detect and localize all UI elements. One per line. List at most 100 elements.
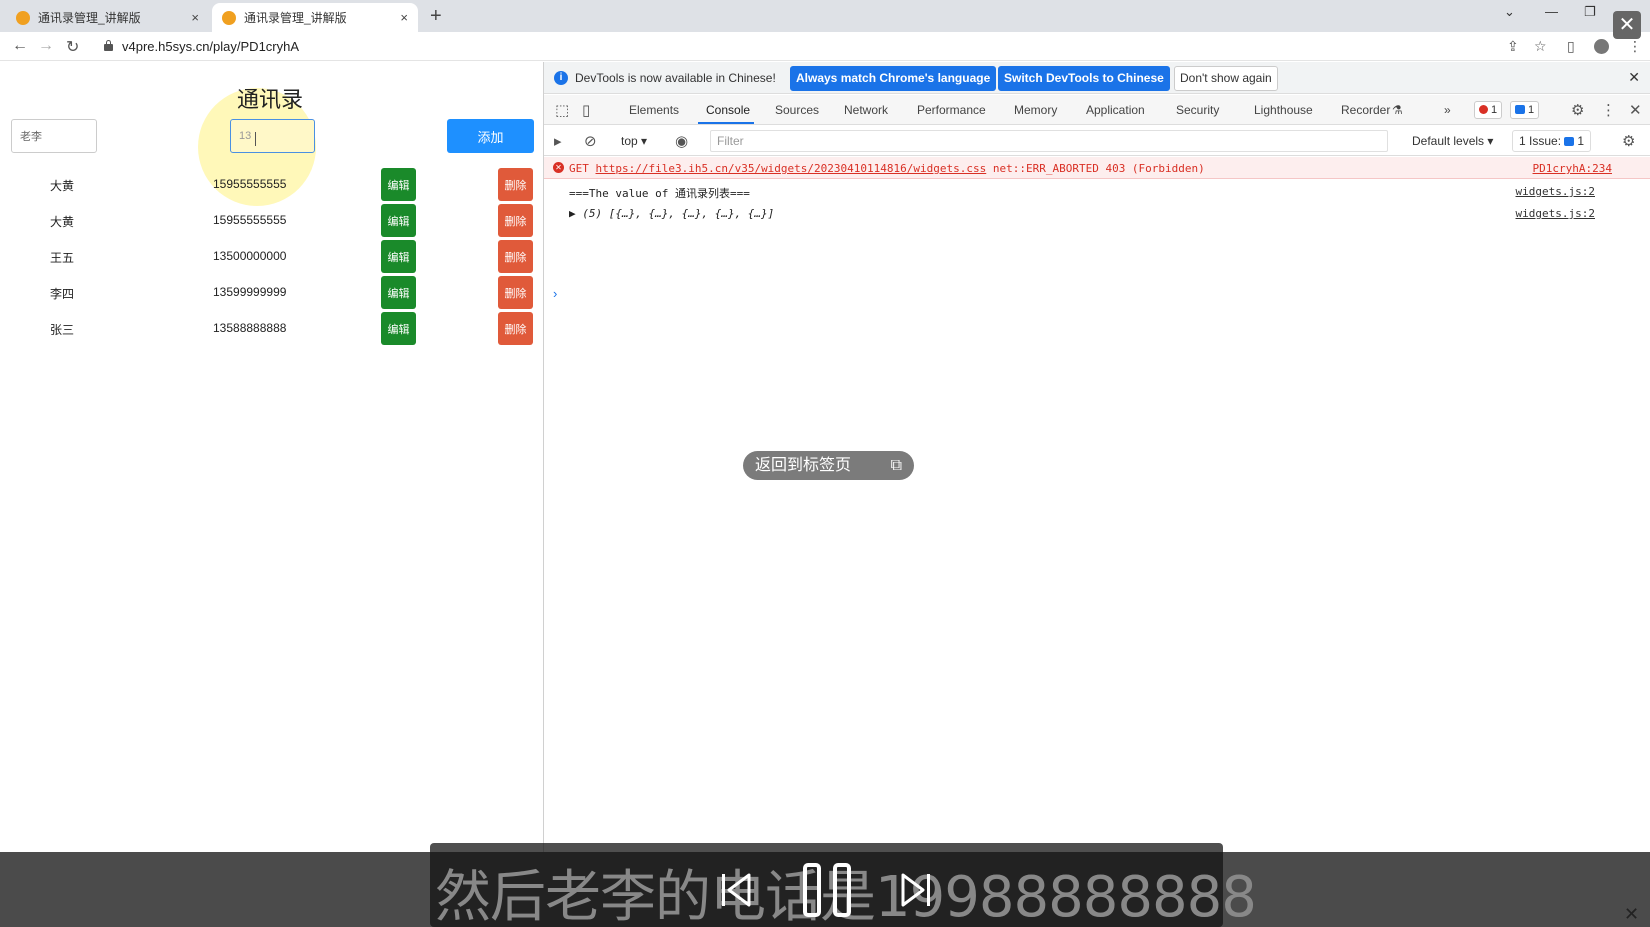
tab-application[interactable]: Application — [1086, 103, 1145, 117]
contact-row: 王五 13500000000 编辑 删除 — [0, 238, 543, 274]
always-match-language-button[interactable]: Always match Chrome's language — [790, 66, 997, 91]
phone-input[interactable] — [230, 119, 315, 153]
side-panel-icon[interactable]: ▯ — [1567, 38, 1575, 55]
tab-lighthouse[interactable]: Lighthouse — [1254, 103, 1313, 117]
tab-console[interactable]: Console — [706, 103, 750, 117]
devtools-menu-icon[interactable]: ⋮ — [1601, 101, 1616, 119]
device-toolbar-icon[interactable]: ▯ — [582, 101, 590, 119]
profile-avatar-icon[interactable] — [1594, 39, 1609, 54]
sidebar-toggle-icon[interactable]: ▸ — [554, 132, 562, 150]
page-title: 通讯录 — [237, 87, 304, 112]
console-error-line: ✕ GET https://file3.ih5.cn/v35/widgets/2… — [544, 157, 1650, 179]
contact-phone: 15955555555 — [213, 213, 287, 227]
error-icon: ✕ — [553, 162, 564, 173]
clear-console-icon[interactable]: ⊘ — [584, 132, 597, 150]
console-toolbar: ▸ ⊘ top ▾ ◉ Filter Default levels ▾ 1 Is… — [544, 126, 1650, 156]
forward-arrow-icon[interactable]: → — [38, 37, 54, 55]
context-selector[interactable]: top ▾ — [621, 134, 647, 148]
error-source-link[interactable]: PD1cryhA:234 — [1533, 162, 1612, 175]
settings-gear-icon[interactable]: ⚙ — [1571, 101, 1584, 119]
console-log-line: ▶ (5) [{…}, {…}, {…}, {…}, {…}] widgets.… — [544, 202, 1650, 224]
delete-button[interactable]: 删除 — [498, 168, 533, 201]
tab-security[interactable]: Security — [1176, 103, 1219, 117]
bookmark-star-icon[interactable]: ☆ — [1534, 38, 1547, 55]
issues-label: 1 Issue: — [1519, 134, 1562, 148]
log-source-link[interactable]: widgets.js:2 — [1516, 207, 1595, 220]
dont-show-again-button[interactable]: Don't show again — [1174, 66, 1278, 91]
tab-title: 通讯录管理_讲解版 — [38, 11, 141, 25]
more-tabs-icon[interactable]: » — [1444, 103, 1451, 117]
tab-search-icon[interactable]: ⌄ — [1504, 4, 1515, 20]
back-to-tab-label: 返回到标签页 — [755, 457, 852, 474]
address-bar: ← → ↻ v4pre.h5sys.cn/play/PD1cryhA ⇪ ☆ ▯… — [0, 32, 1650, 61]
edit-button[interactable]: 编辑 — [381, 168, 416, 201]
devtools-tab-bar: ⬚ ▯ Elements Console Sources Network Per… — [544, 95, 1650, 125]
browser-tab-2[interactable]: 通讯录管理_讲解版 × — [212, 3, 418, 32]
language-infobar: i DevTools is now available in Chinese! … — [544, 62, 1650, 94]
contact-name: 张三 — [50, 323, 75, 337]
delete-button[interactable]: 删除 — [498, 204, 533, 237]
close-player-icon[interactable]: ✕ — [1613, 11, 1641, 39]
edit-button[interactable]: 编辑 — [381, 240, 416, 273]
close-icon[interactable]: ✕ — [1624, 904, 1639, 925]
filter-input[interactable]: Filter — [710, 130, 1388, 152]
error-icon — [1479, 105, 1488, 114]
tab-performance[interactable]: Performance — [917, 103, 986, 117]
array-expander[interactable]: ▶ (5) [{…}, {…}, {…}, {…}, {…}] — [569, 207, 774, 220]
restore-icon[interactable]: ❐ — [1584, 4, 1596, 20]
error-count-badge[interactable]: 1 — [1474, 101, 1503, 119]
back-to-tab-button[interactable]: 返回到标签页 ⧉ — [743, 451, 914, 480]
console-prompt[interactable]: › — [553, 286, 557, 301]
console-log-line: ===The value of 通讯录列表=== widgets.js:2 — [544, 180, 1650, 202]
back-arrow-icon[interactable]: ← — [12, 37, 28, 55]
live-expression-eye-icon[interactable]: ◉ — [675, 132, 688, 150]
menu-kebab-icon[interactable]: ⋮ — [1628, 38, 1642, 55]
tab-sources[interactable]: Sources — [775, 103, 819, 117]
contact-name: 大黄 — [50, 215, 75, 229]
name-input[interactable] — [11, 119, 97, 153]
tab-recorder[interactable]: Recorder — [1341, 103, 1390, 117]
site-favicon-icon — [222, 10, 236, 25]
edit-button[interactable]: 编辑 — [381, 276, 416, 309]
minimize-icon[interactable]: — — [1545, 4, 1558, 19]
external-link-icon: ⧉ — [890, 457, 902, 474]
delete-button[interactable]: 删除 — [498, 240, 533, 273]
delete-button[interactable]: 删除 — [498, 276, 533, 309]
error-count: 1 — [1491, 104, 1498, 116]
contact-phone: 13588888888 — [213, 321, 287, 335]
edit-button[interactable]: 编辑 — [381, 312, 416, 345]
switch-to-chinese-button[interactable]: Switch DevTools to Chinese — [998, 66, 1170, 91]
contact-row: 大黄 15955555555 编辑 删除 — [0, 166, 543, 202]
tab-elements[interactable]: Elements — [629, 103, 679, 117]
log-message: ===The value of 通讯录列表=== — [569, 187, 750, 200]
edit-button[interactable]: 编辑 — [381, 204, 416, 237]
message-count-badge[interactable]: 1 — [1510, 101, 1540, 119]
issues-button[interactable]: 1 Issue: 1 — [1512, 130, 1592, 152]
tab-network[interactable]: Network — [844, 103, 888, 117]
lock-icon[interactable] — [104, 40, 113, 51]
site-favicon-icon — [16, 10, 30, 25]
next-track-icon[interactable] — [900, 872, 932, 908]
tab-close-icon[interactable]: × — [400, 10, 408, 25]
pause-icon[interactable] — [802, 862, 852, 918]
tab-close-icon[interactable]: × — [191, 10, 199, 25]
log-levels-dropdown[interactable]: Default levels ▾ — [1412, 134, 1493, 148]
browser-tab-1[interactable]: 通讯录管理_讲解版 × — [6, 3, 209, 32]
reload-icon[interactable]: ↻ — [66, 37, 79, 57]
new-tab-button[interactable]: + — [430, 5, 442, 28]
share-icon[interactable]: ⇪ — [1507, 38, 1519, 55]
previous-track-icon[interactable] — [720, 872, 752, 908]
error-url-link[interactable]: https://file3.ih5.cn/v35/widgets/2023041… — [596, 162, 987, 175]
contact-row: 大黄 15955555555 编辑 删除 — [0, 202, 543, 238]
close-devtools-icon[interactable]: ✕ — [1629, 101, 1642, 119]
inspect-element-icon[interactable]: ⬚ — [555, 101, 569, 119]
log-source-link[interactable]: widgets.js:2 — [1516, 185, 1595, 198]
close-icon[interactable]: ✕ — [1628, 69, 1640, 86]
add-button[interactable]: 添加 — [447, 119, 534, 153]
delete-button[interactable]: 删除 — [498, 312, 533, 345]
console-settings-gear-icon[interactable]: ⚙ — [1622, 132, 1635, 150]
error-status: net::ERR_ABORTED 403 (Forbidden) — [992, 162, 1205, 175]
url-field[interactable]: v4pre.h5sys.cn/play/PD1cryhA — [122, 39, 299, 54]
tab-memory[interactable]: Memory — [1014, 103, 1057, 117]
contact-phone: 15955555555 — [213, 177, 287, 191]
